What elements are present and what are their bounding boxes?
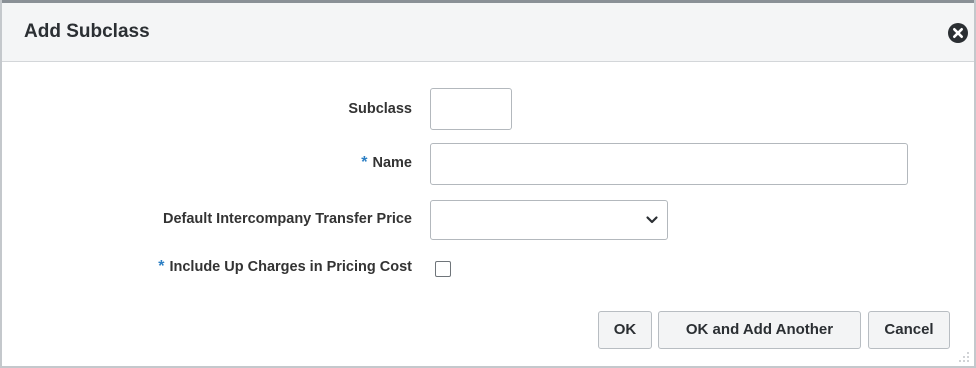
ok-button[interactable]: OK [598,311,652,349]
up-charges-label: * Include Up Charges in Pricing Cost [158,258,412,276]
subclass-label-text: Subclass [348,101,412,117]
dialog-title-bar: Add Subclass [2,0,974,62]
ok-and-add-another-button[interactable]: OK and Add Another [658,311,861,349]
up-charges-label-text: Include Up Charges in Pricing Cost [169,259,412,275]
subclass-label: Subclass [348,101,412,117]
cancel-button[interactable]: Cancel [868,311,950,349]
transfer-price-select[interactable] [430,200,668,240]
transfer-price-label: Default Intercompany Transfer Price [163,211,412,227]
add-subclass-dialog: Add Subclass Subclass * Name Default Inte… [0,0,976,368]
transfer-price-label-text: Default Intercompany Transfer Price [163,211,412,227]
close-icon[interactable] [948,23,968,43]
required-marker: * [361,154,368,171]
chevron-down-icon [645,213,659,227]
dialog-title: Add Subclass [24,21,150,42]
resize-grip-icon[interactable] [958,350,970,362]
subclass-input[interactable] [430,88,512,130]
required-marker: * [158,258,165,275]
up-charges-checkbox[interactable] [435,261,451,277]
name-label: * Name [361,154,412,172]
name-label-text: Name [372,155,413,171]
name-input[interactable] [430,143,908,185]
